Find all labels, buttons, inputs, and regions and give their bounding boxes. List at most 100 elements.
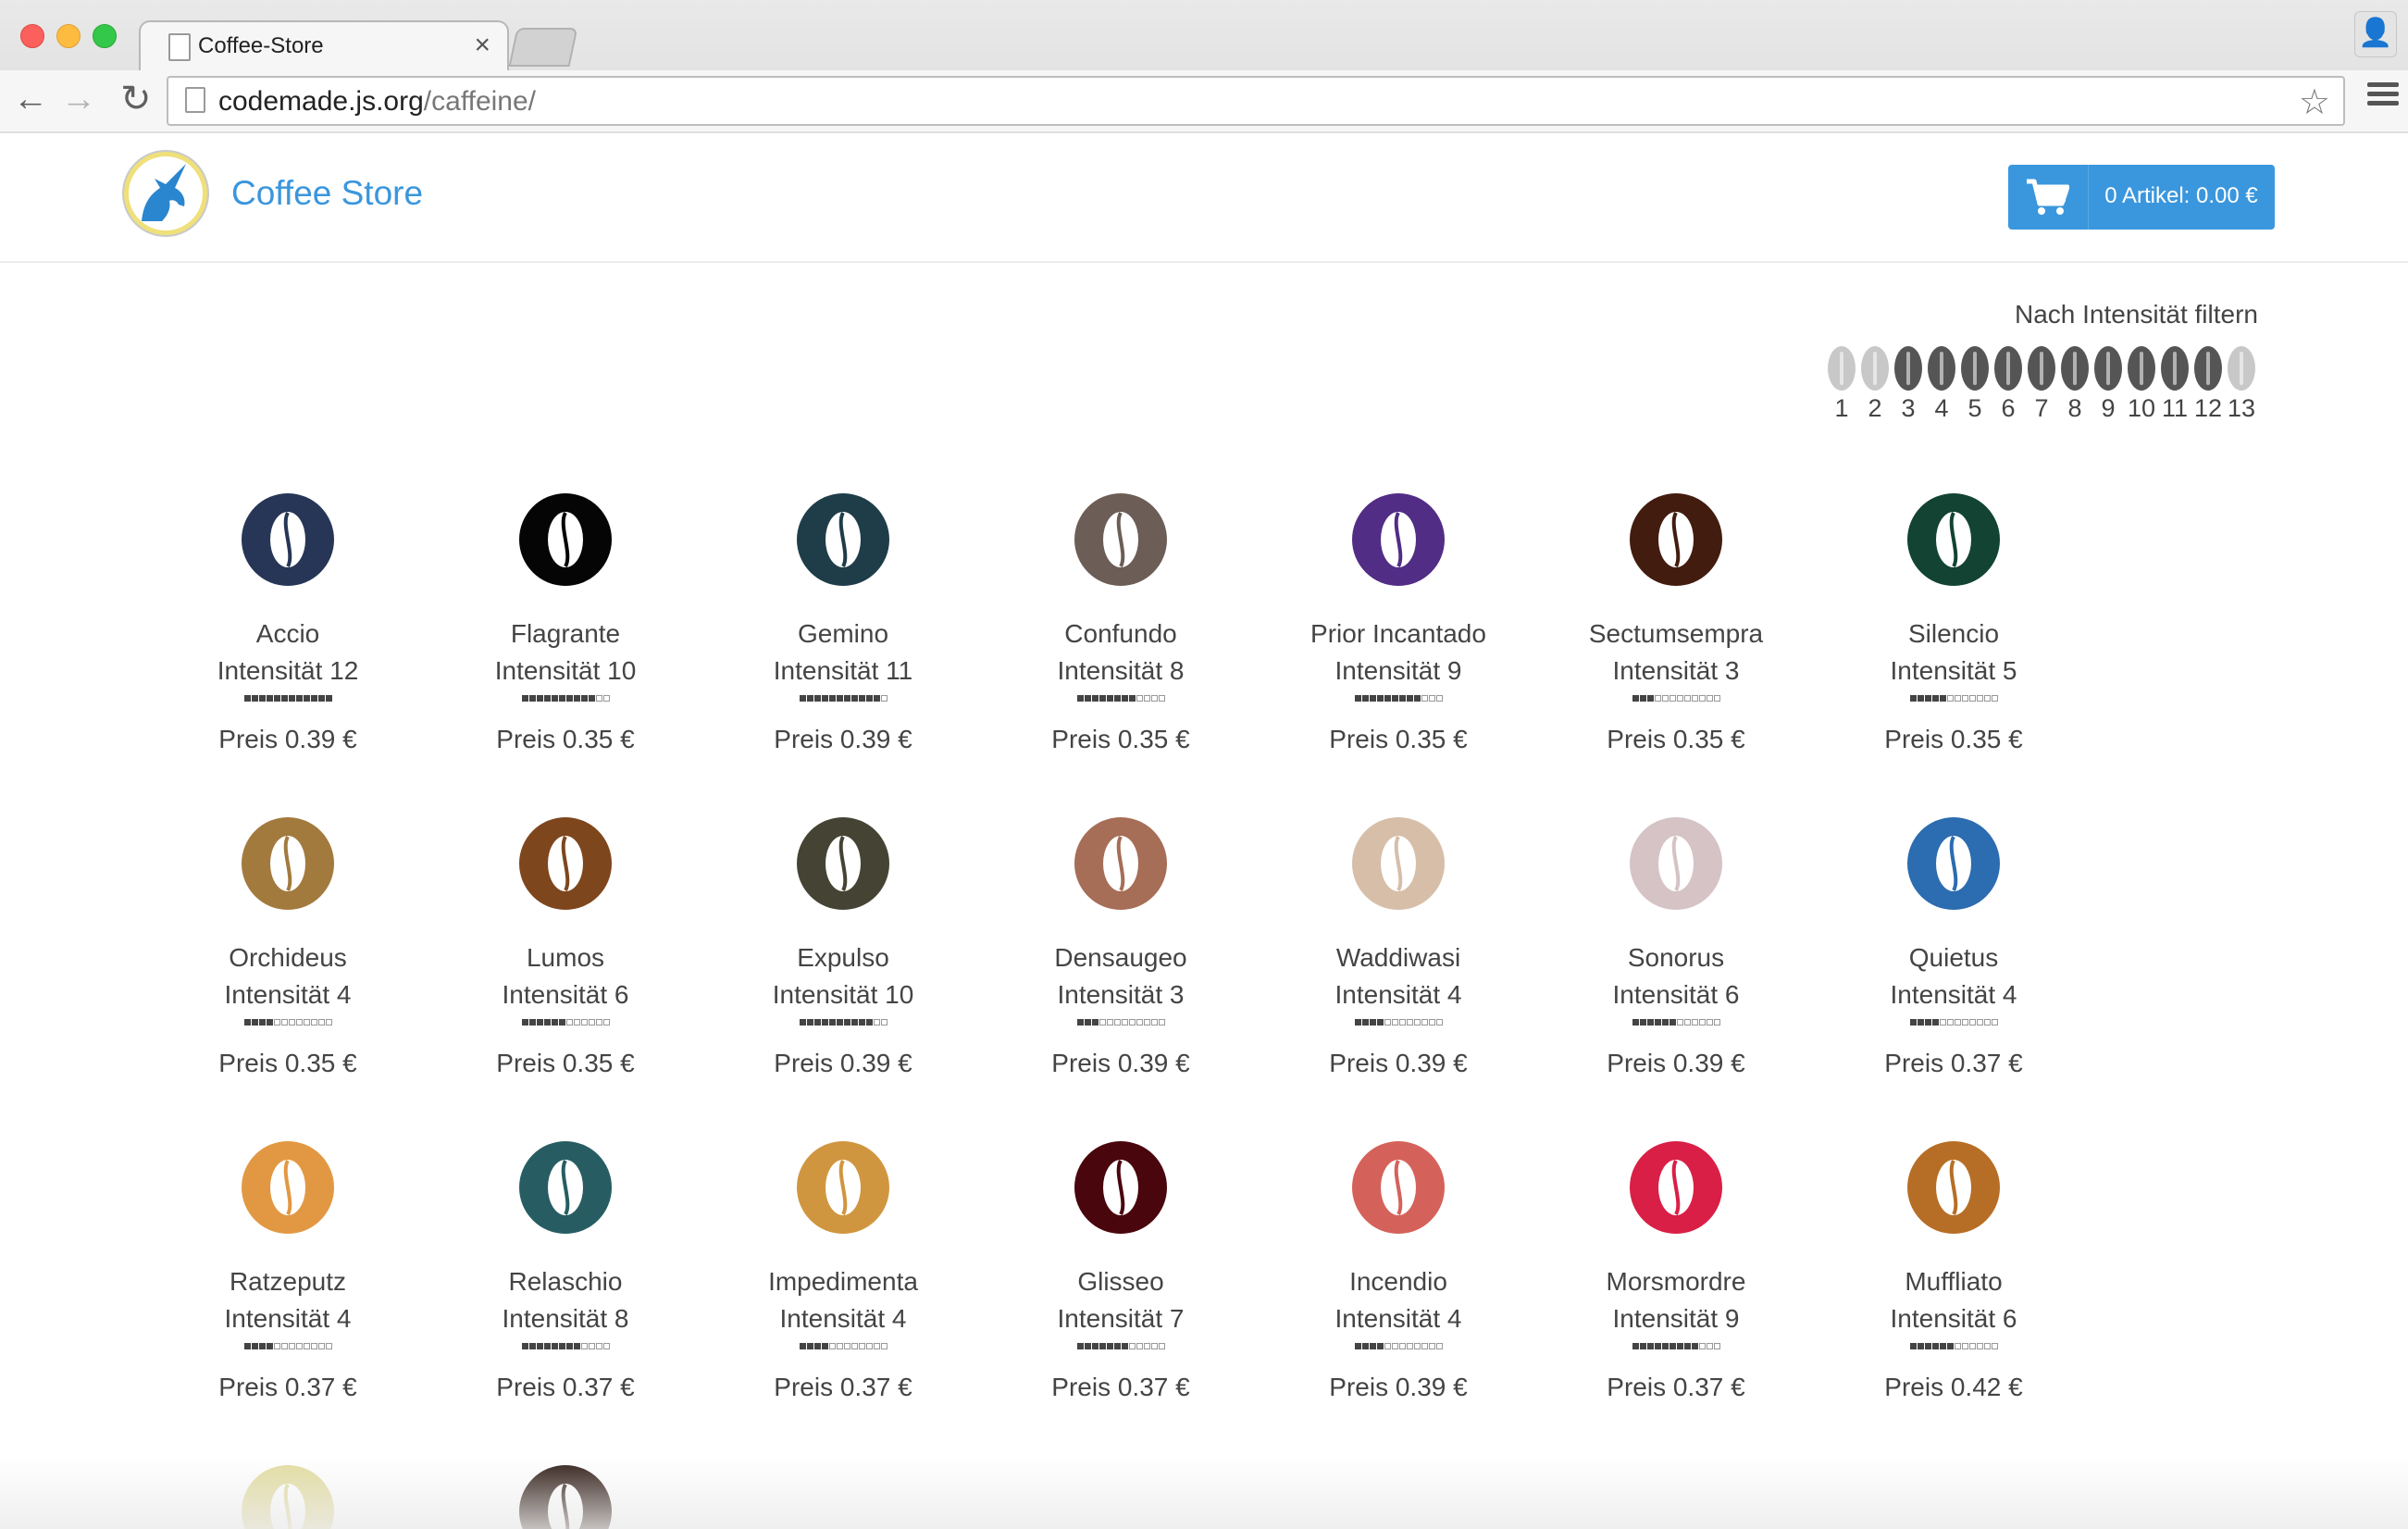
- coffee-bean-icon[interactable]: [1907, 817, 2000, 910]
- coffee-bean-icon[interactable]: [1630, 1141, 1722, 1234]
- address-bar[interactable]: codemade.js.org/caffeine/ ☆: [167, 76, 2345, 126]
- product-card: Orchideus Intensität 4 Preis 0.35 €: [149, 817, 427, 1082]
- coffee-bean-icon[interactable]: [242, 1141, 334, 1234]
- close-window-button[interactable]: [20, 24, 44, 48]
- product-intensity: Intensität 11: [773, 656, 913, 685]
- intensity-dot: [1421, 1343, 1428, 1349]
- profile-icon[interactable]: 👤: [2354, 11, 2397, 57]
- intensity-dot: [850, 1019, 858, 1026]
- coffee-bean-icon[interactable]: [519, 493, 612, 586]
- intensity-dot: [806, 695, 813, 702]
- forward-arrow-icon[interactable]: →: [61, 76, 96, 122]
- intensity-dot: [1098, 1019, 1106, 1026]
- intensity-dot: [1946, 1343, 1954, 1349]
- coffee-bean-icon[interactable]: [1907, 493, 2000, 586]
- intensity-dot: [1706, 1343, 1713, 1349]
- back-arrow-icon[interactable]: ←: [13, 76, 48, 122]
- coffee-bean-icon[interactable]: [1352, 493, 1445, 586]
- coffee-bean-icon[interactable]: [1352, 817, 1445, 910]
- url-path: /caffeine/: [423, 86, 536, 117]
- product-price: Preis 0.35 €: [1884, 725, 2023, 753]
- intensity-dot: [1391, 1019, 1398, 1026]
- intensity-dot: [558, 1343, 565, 1349]
- intensity-dot: [1646, 1343, 1654, 1349]
- coffee-bean-icon[interactable]: [797, 817, 889, 910]
- intensity-dot: [1698, 1343, 1706, 1349]
- intensity-dot: [588, 1343, 595, 1349]
- coffee-bean-icon[interactable]: [1630, 493, 1722, 586]
- new-tab-button[interactable]: [508, 28, 578, 67]
- intensity-dot: [1946, 1019, 1954, 1026]
- intensity-dot: [1158, 1343, 1165, 1349]
- page-icon: [185, 87, 205, 113]
- intensity-dot: [543, 1343, 551, 1349]
- intensity-dot: [243, 695, 251, 702]
- bookmark-star-icon[interactable]: ☆: [2299, 81, 2330, 123]
- product-price: Preis 0.39 €: [1051, 1049, 1190, 1077]
- intensity-dot: [1939, 1019, 1946, 1026]
- maximize-window-button[interactable]: [93, 24, 117, 48]
- intensity-dot: [273, 695, 280, 702]
- coffee-bean-icon[interactable]: [1074, 493, 1167, 586]
- intensity-dot: [1121, 1343, 1128, 1349]
- product-name: Impedimenta: [768, 1267, 918, 1296]
- coffee-bean-icon[interactable]: [1352, 1141, 1445, 1234]
- intensity-dot: [1361, 1343, 1369, 1349]
- product-intensity: Intensität 3: [1057, 980, 1185, 1009]
- coffee-bean-icon[interactable]: [797, 1141, 889, 1234]
- intensity-dot: [558, 695, 565, 702]
- intensity-dot: [1661, 1019, 1669, 1026]
- intensity-dot: [1991, 1019, 1998, 1026]
- coffee-bean-icon[interactable]: [1907, 1141, 2000, 1234]
- product-card: Confundo Intensität 8 Preis 0.35 €: [982, 493, 1260, 758]
- intensity-dot: [1398, 1343, 1406, 1349]
- intensity-meter: [982, 1019, 1260, 1034]
- intensity-dot: [258, 695, 266, 702]
- intensity-dot: [310, 1343, 317, 1349]
- coffee-bean-icon[interactable]: [519, 817, 612, 910]
- intensity-dot: [1113, 1019, 1121, 1026]
- intensity-dot: [1654, 695, 1661, 702]
- intensity-dot: [1713, 1019, 1720, 1026]
- coffee-bean-icon[interactable]: [242, 493, 334, 586]
- product-price: Preis 0.35 €: [1607, 725, 1745, 753]
- intensity-dot: [1676, 1019, 1683, 1026]
- product-card: Lumos Intensität 6 Preis 0.35 €: [427, 817, 704, 1082]
- intensity-dot: [1113, 1343, 1121, 1349]
- intensity-dot: [1413, 695, 1421, 702]
- intensity-dot: [1143, 695, 1150, 702]
- product-price: Preis 0.35 €: [218, 1049, 357, 1077]
- browser-tab[interactable]: Coffee-Store ×: [139, 20, 509, 72]
- intensity-dot: [588, 1019, 595, 1026]
- coffee-bean-icon[interactable]: [797, 493, 889, 586]
- intensity-dot: [880, 1343, 887, 1349]
- product-intensity: Intensität 4: [779, 1304, 907, 1333]
- intensity-dot: [865, 1019, 873, 1026]
- coffee-bean-icon[interactable]: [1074, 817, 1167, 910]
- intensity-dot: [1976, 1343, 1983, 1349]
- reload-icon[interactable]: ↻: [120, 76, 152, 122]
- minimize-window-button[interactable]: [56, 24, 81, 48]
- coffee-bean-icon[interactable]: [242, 817, 334, 910]
- intensity-dot: [1369, 1343, 1376, 1349]
- browser-chrome: Coffee-Store × 👤 ← → ↻ codemade.js.org/c…: [0, 0, 2408, 135]
- intensity-dot: [1706, 1019, 1713, 1026]
- intensity-dot: [543, 1019, 551, 1026]
- coffee-bean-icon[interactable]: [242, 1465, 334, 1529]
- tab-close-icon[interactable]: ×: [474, 30, 490, 61]
- coffee-bean-icon[interactable]: [519, 1465, 612, 1529]
- intensity-dot: [595, 1019, 602, 1026]
- intensity-meter: [1260, 1019, 1537, 1034]
- coffee-bean-icon[interactable]: [1630, 817, 1722, 910]
- intensity-dot: [251, 1343, 258, 1349]
- intensity-dot: [1354, 1019, 1361, 1026]
- browser-menu-icon[interactable]: [2367, 78, 2399, 110]
- intensity-dot: [543, 695, 551, 702]
- intensity-meter: [704, 1343, 982, 1358]
- coffee-bean-icon[interactable]: [519, 1141, 612, 1234]
- coffee-bean-icon[interactable]: [1074, 1141, 1167, 1234]
- intensity-dot: [1361, 1019, 1369, 1026]
- product-intensity: Intensität 4: [1334, 980, 1462, 1009]
- intensity-meter: [427, 1343, 704, 1358]
- intensity-dot: [858, 1019, 865, 1026]
